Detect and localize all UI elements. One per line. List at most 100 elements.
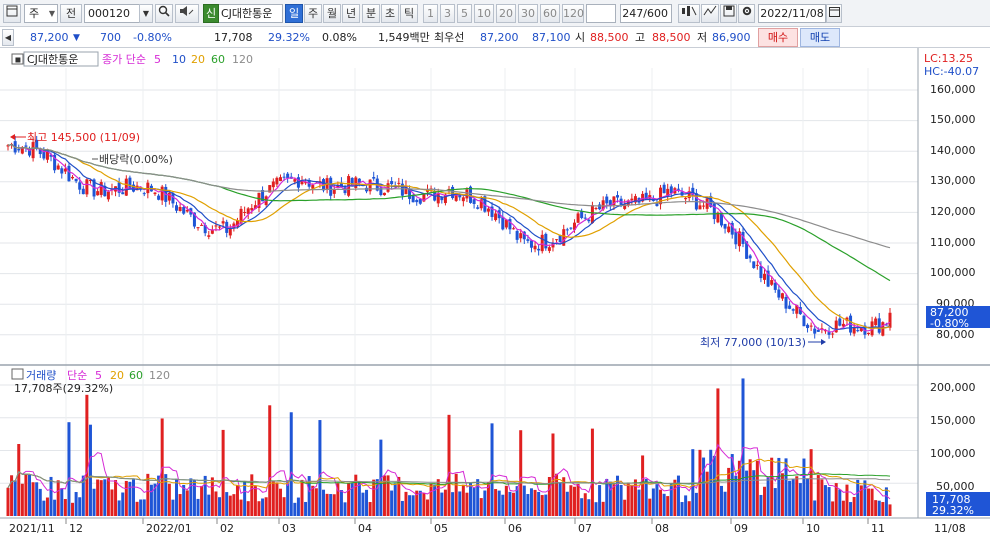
save-icon [723, 5, 734, 17]
scroll-left-button[interactable]: ◀ [2, 29, 14, 46]
volume-bar [63, 499, 67, 516]
window-icon[interactable] [3, 4, 21, 23]
volume-bar [716, 388, 720, 516]
chart-toolbar: 주 ▼ 전 000120 ▼ 신 CJ대한통운 일 주 월 년 분 초 틱 1 3… [0, 0, 990, 27]
volume-bar [551, 433, 555, 516]
volume-bar [576, 483, 580, 516]
volume-bar [831, 501, 835, 516]
legend-ma10: 10 [172, 53, 186, 66]
stock-chart[interactable]: ▪ CJ대한통운 종가 단순 5 10 20 60 120 LC:13.25 H… [0, 48, 990, 540]
volume-bar [472, 487, 476, 516]
volume-bar [347, 482, 351, 516]
candle [85, 178, 89, 198]
period-tab-tick[interactable]: 틱 [400, 4, 418, 23]
period-tab-day[interactable]: 일 [285, 4, 303, 23]
volume-bar [465, 492, 469, 516]
volume-bar [318, 420, 322, 516]
volume-bar [508, 491, 512, 516]
volume-bar [96, 479, 100, 516]
volume-bar [175, 478, 179, 516]
volume-ma-label: 단순 [67, 369, 87, 382]
lc-value: LC:13.25 [924, 52, 973, 65]
volume-bar [813, 500, 817, 516]
volume-tick: 150,000 [930, 414, 976, 427]
candle [99, 179, 103, 198]
price-tick: 150,000 [930, 113, 976, 126]
volume-bar [572, 486, 576, 516]
volume-bar [583, 493, 587, 516]
stock-code-input[interactable]: 000120 [84, 4, 140, 23]
volume-bar [565, 491, 569, 516]
period-tab-minute[interactable]: 분 [362, 4, 380, 23]
volume-bar [60, 488, 64, 516]
volume-bar [425, 499, 429, 516]
interval-60[interactable]: 60 [540, 4, 560, 23]
volume-bar [881, 502, 885, 516]
volume-bar [78, 497, 82, 516]
current-price: 87,200 [30, 31, 69, 44]
buy-button[interactable]: 매수 [758, 28, 798, 47]
volume-bar [684, 495, 688, 516]
interval-5[interactable]: 5 [457, 4, 472, 23]
volume-bar [121, 492, 125, 516]
interval-10[interactable]: 10 [474, 4, 494, 23]
volume-bar [888, 504, 892, 516]
volume-bar [225, 492, 229, 516]
turnover-ratio: 0.08% [322, 31, 357, 44]
volume-bar [852, 496, 856, 516]
period-tab-week[interactable]: 주 [304, 4, 322, 23]
period-tab-year[interactable]: 년 [342, 4, 360, 23]
volume-bar [185, 490, 189, 516]
price-tag: 87,200 -0.80% [926, 306, 990, 330]
save-button[interactable] [720, 4, 737, 23]
volume-tick: 100,000 [930, 447, 976, 460]
speaker-icon [180, 6, 194, 16]
sell-button[interactable]: 매도 [800, 28, 840, 47]
volume-bar [42, 500, 46, 516]
line-tool-button[interactable] [701, 4, 719, 23]
trade-amount: 1,549백만 [378, 31, 430, 44]
calendar-button[interactable] [826, 4, 842, 23]
chart-area[interactable]: ▪ CJ대한통운 종가 단순 5 10 20 60 120 LC:13.25 H… [0, 48, 990, 540]
volume-tick: 200,000 [930, 381, 976, 394]
period-tab-month[interactable]: 월 [323, 4, 341, 23]
interval-3[interactable]: 3 [440, 4, 455, 23]
volume-bar [250, 474, 254, 516]
low-label: 저 [697, 31, 708, 44]
sound-button[interactable] [175, 4, 199, 23]
volume-bar [365, 489, 369, 516]
volume-ma20: 20 [110, 369, 124, 382]
data-count-field[interactable]: 247/600 [620, 4, 672, 23]
interval-20[interactable]: 20 [496, 4, 516, 23]
volume-value: 17,708주(29.32%) [14, 382, 113, 395]
date-input[interactable]: 2022/11/08 [758, 4, 826, 23]
interval-30[interactable]: 30 [518, 4, 538, 23]
volume-bar [390, 490, 394, 516]
volume-bar [770, 457, 774, 516]
custom-interval-input[interactable] [586, 4, 616, 23]
interval-1[interactable]: 1 [423, 4, 438, 23]
interval-120[interactable]: 120 [562, 4, 584, 23]
volume-bar [712, 455, 716, 516]
volume-bar [605, 478, 609, 516]
volume-bar [28, 474, 32, 516]
volume-bar [131, 479, 135, 516]
period-tab-second[interactable]: 초 [381, 4, 399, 23]
price-tick: 130,000 [930, 174, 976, 187]
search-button[interactable] [155, 4, 173, 23]
volume-bar [408, 495, 412, 516]
indicator-button[interactable] [678, 4, 700, 23]
credit-badge: 신 [203, 4, 219, 23]
volume-bar [17, 443, 21, 516]
prev-button[interactable]: 전 [60, 4, 82, 23]
open-price: 88,500 [590, 31, 629, 44]
volume-bar [275, 482, 279, 516]
volume-bar [766, 477, 770, 516]
candle [451, 185, 455, 200]
volume-bar [271, 480, 275, 516]
code-dropdown-button[interactable]: ▼ [139, 4, 153, 23]
volume-bar [56, 480, 60, 516]
period-select[interactable]: 주 ▼ [24, 4, 58, 23]
settings-button[interactable] [738, 4, 755, 23]
chevron-down-icon: ▼ [142, 9, 150, 18]
